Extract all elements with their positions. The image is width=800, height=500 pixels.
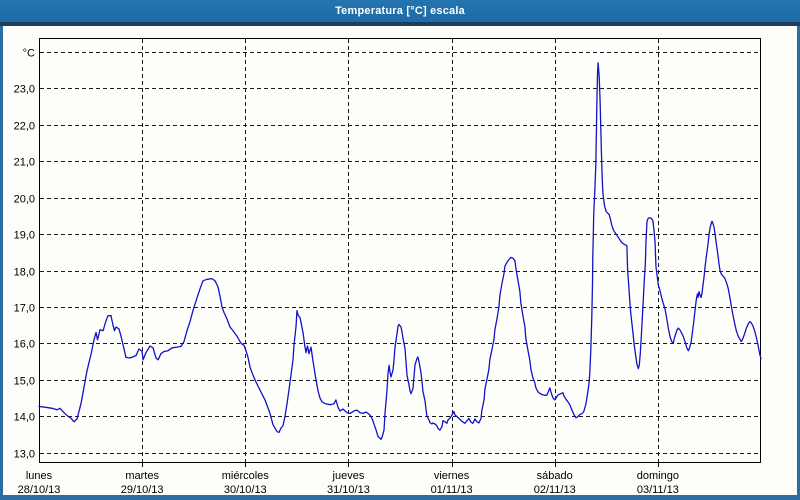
chart-content-area [3, 26, 797, 495]
window-title: Temperatura [°C] escala [335, 5, 465, 17]
title-bar[interactable]: Temperatura [°C] escala [0, 0, 800, 22]
title-bar-divider [0, 22, 800, 26]
chart-window: Temperatura [°C] escala 13,0 14,0 15,0 16,0… [0, 0, 800, 500]
